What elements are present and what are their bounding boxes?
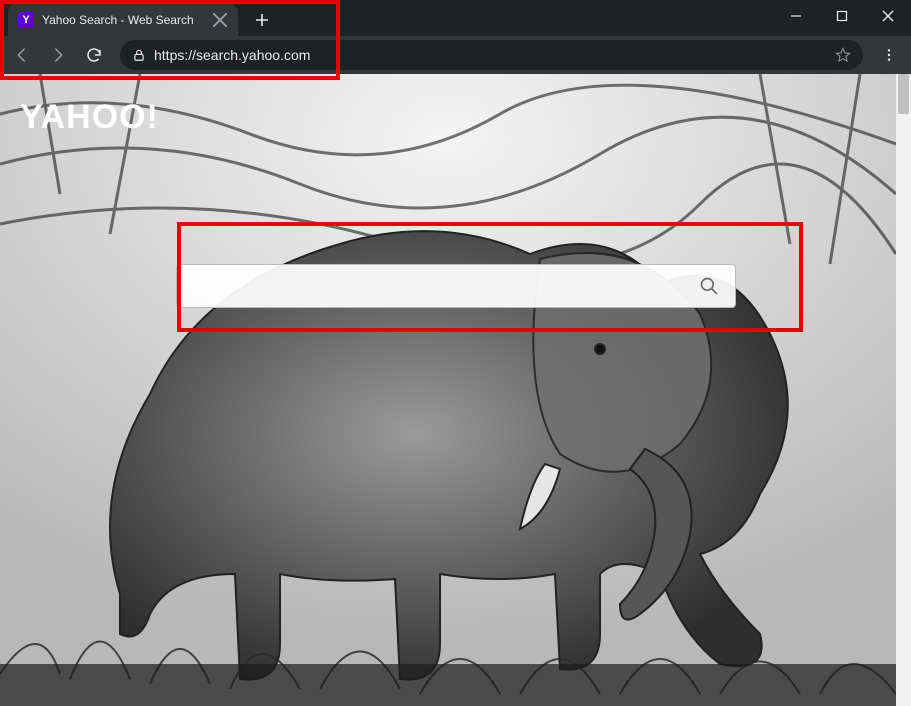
page-viewport: YAHOO! bbox=[0, 74, 911, 706]
search-input[interactable] bbox=[193, 276, 693, 297]
search-container bbox=[176, 264, 736, 308]
back-button[interactable] bbox=[6, 39, 38, 71]
window-controls bbox=[773, 0, 911, 32]
scrollbar-thumb[interactable] bbox=[898, 74, 909, 114]
tab-title: Yahoo Search - Web Search bbox=[42, 13, 206, 27]
lock-icon bbox=[132, 48, 146, 62]
url-text: https://search.yahoo.com bbox=[154, 47, 827, 63]
new-tab-button[interactable] bbox=[248, 6, 276, 34]
browser-window: Y Yahoo Search - Web Search bbox=[0, 0, 911, 706]
search-box[interactable] bbox=[176, 264, 736, 308]
star-icon[interactable] bbox=[835, 47, 851, 63]
background-image bbox=[0, 74, 896, 706]
forward-button[interactable] bbox=[42, 39, 74, 71]
search-icon[interactable] bbox=[693, 270, 725, 302]
window-maximize-button[interactable] bbox=[819, 0, 865, 32]
address-bar[interactable]: https://search.yahoo.com bbox=[120, 40, 863, 70]
favicon-icon: Y bbox=[18, 12, 34, 28]
browser-toolbar: https://search.yahoo.com bbox=[0, 36, 911, 74]
window-minimize-button[interactable] bbox=[773, 0, 819, 32]
title-bar: Y Yahoo Search - Web Search bbox=[0, 0, 911, 36]
vertical-scrollbar[interactable] bbox=[896, 74, 911, 706]
yahoo-logo: YAHOO! bbox=[20, 98, 159, 137]
browser-menu-button[interactable] bbox=[873, 39, 905, 71]
browser-tab[interactable]: Y Yahoo Search - Web Search bbox=[8, 4, 238, 36]
reload-button[interactable] bbox=[78, 39, 110, 71]
tab-close-icon[interactable] bbox=[212, 12, 228, 28]
window-close-button[interactable] bbox=[865, 0, 911, 32]
